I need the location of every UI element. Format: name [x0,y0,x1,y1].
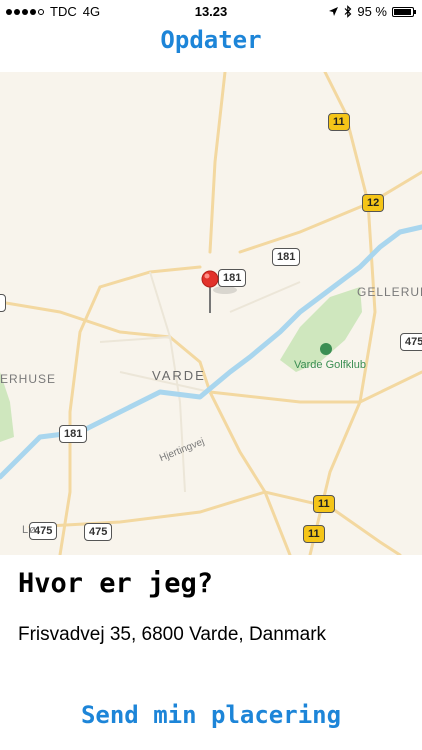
send-location-button[interactable]: Send min placering [0,701,422,729]
location-pin-icon[interactable] [200,270,220,314]
bluetooth-icon [344,5,352,18]
road-shield-475: 475 [84,523,113,541]
road-shield-11: 11 [303,525,325,543]
status-bar: TDC 4G 13.23 95 % [0,0,422,24]
update-button[interactable]: Opdater [0,26,422,60]
road-shield-11: 11 [328,113,350,131]
road-shield-181: 181 [272,248,301,266]
status-right: 95 % [328,4,416,19]
road-shield-11: 11 [313,495,335,513]
area-label: GELLERUP [357,285,422,299]
address-text: Frisvadvej 35, 6800 Varde, Danmark [18,624,327,645]
road-shield-181: 181 [59,425,88,443]
battery-percent: 95 % [357,4,387,19]
battery-icon [392,6,416,17]
location-title: Hvor er jeg? [18,568,214,599]
town-label: VARDE [152,368,206,383]
area-label-left: ERHUSE [0,372,57,386]
map-label-cut: Lø [22,524,37,536]
location-arrow-icon [329,7,339,16]
road-shield-edge [0,294,6,312]
road-shield-475: 475 [400,333,422,351]
battery-level [394,8,412,15]
golf-course-label: Varde Golfklub [294,359,366,371]
golf-icon [320,343,332,355]
map-view[interactable]: VARDE GELLERUP ERHUSE Varde Golfklub Hje… [0,72,422,555]
road-shield-12: 12 [362,194,385,212]
road-shield-181: 181 [218,269,247,287]
